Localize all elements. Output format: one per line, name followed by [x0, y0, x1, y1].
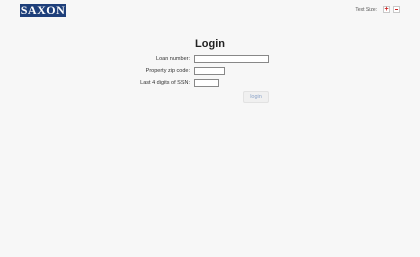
ssn-label: Last 4 digits of SSN:: [140, 79, 190, 86]
ssn-input[interactable]: [194, 78, 219, 87]
text-size-label: Text Size:: [355, 6, 377, 13]
text-size-control: Text Size: +: [355, 6, 400, 13]
login-button[interactable]: login: [243, 91, 269, 103]
increase-text-size-button[interactable]: +: [383, 6, 390, 13]
page-title: Login: [195, 38, 225, 50]
loan-number-input[interactable]: [194, 54, 269, 63]
decrease-text-size-button[interactable]: [393, 6, 400, 13]
zip-code-label: Property zip code:: [145, 67, 190, 74]
saxon-logo[interactable]: SAXON: [20, 4, 66, 17]
loan-number-row: Loan number:: [120, 54, 320, 63]
zip-code-row: Property zip code:: [120, 66, 320, 75]
ssn-row: Last 4 digits of SSN:: [120, 78, 320, 87]
minus-icon: [395, 9, 398, 10]
loan-number-label: Loan number:: [156, 55, 190, 62]
plus-icon: +: [384, 6, 389, 13]
zip-code-input[interactable]: [194, 66, 225, 75]
